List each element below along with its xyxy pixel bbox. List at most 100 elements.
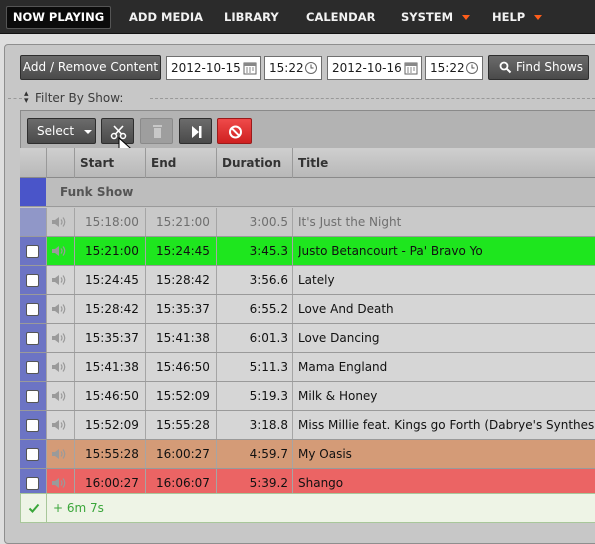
show-name: Funk Show: [60, 185, 134, 199]
cell-end: 15:52:09: [156, 389, 210, 403]
nav-calendar[interactable]: CALENDAR: [306, 0, 375, 34]
table-row[interactable]: 15:52:09 15:55:28 3:18.8 Miss Millie feat. …: [20, 411, 595, 440]
calendar-icon[interactable]: [404, 61, 418, 75]
cancel-button[interactable]: [217, 118, 252, 144]
row-checkbox-cell: [20, 324, 46, 352]
table-row[interactable]: 15:18:00 15:21:00 3:00.5 It's Just the Nigh…: [20, 208, 595, 237]
row-checkbox[interactable]: [26, 245, 39, 258]
add-remove-content-button[interactable]: Add / Remove Content: [20, 55, 161, 80]
filter-by-show-toggle[interactable]: Filter By Show:: [35, 91, 123, 105]
speaker-icon[interactable]: [50, 273, 70, 287]
skip-to-button[interactable]: [179, 118, 212, 144]
cell-title: Milk & Honey: [298, 389, 378, 403]
find-shows-button[interactable]: Find Shows: [488, 55, 589, 80]
row-checkbox[interactable]: [26, 477, 39, 490]
cell-title: Love Dancing: [298, 331, 380, 345]
cell-end: 15:21:00: [156, 215, 210, 229]
column-end[interactable]: End: [151, 148, 176, 178]
search-icon: [499, 61, 512, 74]
row-checkbox-cell: [20, 440, 46, 468]
nav-help[interactable]: HELP: [492, 0, 543, 34]
cell-duration: 5:19.3: [249, 389, 288, 403]
row-checkbox[interactable]: [26, 274, 39, 287]
start-date-field[interactable]: 2012-10-15: [166, 56, 261, 80]
end-date-field[interactable]: 2012-10-16: [327, 56, 422, 80]
cell-start: 15:28:42: [85, 302, 139, 316]
divider: [150, 98, 595, 99]
row-checkbox[interactable]: [26, 303, 39, 316]
column-start[interactable]: Start: [80, 148, 114, 178]
table-row[interactable]: 15:28:42 15:35:37 6:55.2 Love And Death: [20, 295, 595, 324]
row-checkbox[interactable]: [26, 448, 39, 461]
row-checkbox[interactable]: [26, 361, 39, 374]
skip-forward-icon: [192, 126, 202, 138]
total-remaining: + 6m 7s: [53, 501, 104, 515]
speaker-icon[interactable]: [50, 215, 70, 229]
nav-system-label: SYSTEM: [401, 10, 454, 24]
chevron-down-icon: [534, 15, 543, 20]
end-time-field[interactable]: 15:22: [425, 56, 483, 80]
row-checkbox-cell: [20, 353, 46, 381]
speaker-icon[interactable]: [50, 418, 70, 432]
select-label: Select: [37, 124, 75, 138]
find-shows-label: Find Shows: [516, 60, 584, 74]
select-dropdown[interactable]: Select: [27, 118, 96, 144]
cell-title: My Oasis: [298, 447, 352, 461]
clock-icon[interactable]: [304, 61, 318, 75]
speaker-icon[interactable]: [50, 447, 70, 461]
cell-title: Love And Death: [298, 302, 394, 316]
expand-collapse-icon[interactable]: ▴ ▾: [24, 90, 29, 106]
row-checkbox-cell: [20, 295, 46, 323]
stop-icon: [229, 125, 242, 139]
cell-start: 15:52:09: [85, 418, 139, 432]
row-checkbox-cell: [20, 411, 46, 439]
calendar-icon[interactable]: [243, 61, 257, 75]
cell-duration: 5:11.3: [249, 360, 288, 374]
table-row[interactable]: 15:41:38 15:46:50 5:11.3 Mama England: [20, 353, 595, 382]
cell-end: 15:41:38: [156, 331, 210, 345]
column-duration[interactable]: Duration: [222, 148, 281, 178]
start-time-field[interactable]: 15:22: [264, 56, 322, 80]
speaker-icon[interactable]: [50, 244, 70, 258]
cell-end: 15:35:37: [156, 302, 210, 316]
table-row[interactable]: 15:24:45 15:28:42 3:56.6 Lately: [20, 266, 595, 295]
row-checkbox[interactable]: [26, 419, 39, 432]
footer-check: [21, 494, 47, 522]
cell-start: 15:24:45: [85, 273, 139, 287]
nav-help-label: HELP: [492, 10, 526, 24]
speaker-icon[interactable]: [50, 302, 70, 316]
table-row[interactable]: 15:55:28 16:00:27 4:59.7 My Oasis: [20, 440, 595, 469]
clock-icon[interactable]: [465, 61, 479, 75]
top-nav: NOW PLAYING ADD MEDIA LIBRARY CALENDAR S…: [0, 0, 595, 34]
table-footer: + 6m 7s: [20, 493, 595, 523]
nav-system[interactable]: SYSTEM: [401, 0, 471, 34]
table-row[interactable]: 15:21:00 15:24:45 3:45.3 Justo Betancourt -…: [20, 237, 595, 266]
column-title[interactable]: Title: [298, 148, 328, 178]
table-row[interactable]: 15:46:50 15:52:09 5:19.3 Milk & Honey: [20, 382, 595, 411]
speaker-icon[interactable]: [50, 331, 70, 345]
row-checkbox-cell: [20, 237, 46, 265]
start-date-value: 2012-10-15: [171, 61, 241, 75]
trash-icon: [153, 125, 162, 138]
divider: [8, 98, 22, 99]
cell-start: 15:55:28: [85, 447, 139, 461]
row-checkbox[interactable]: [26, 332, 39, 345]
row-checkbox[interactable]: [26, 390, 39, 403]
delete-button[interactable]: [140, 118, 173, 144]
cell-start: 15:46:50: [85, 389, 139, 403]
chevron-down-icon: [83, 129, 92, 134]
chevron-down-icon: [462, 15, 471, 20]
table-row[interactable]: 15:35:37 15:41:38 6:01.3 Love Dancing: [20, 324, 595, 353]
end-time-value: 15:22: [430, 61, 465, 75]
nav-library[interactable]: LIBRARY: [224, 0, 279, 34]
show-marker: [20, 178, 46, 206]
speaker-icon[interactable]: [50, 360, 70, 374]
row-checkbox-cell: [20, 266, 46, 294]
speaker-icon[interactable]: [50, 476, 70, 490]
nav-now-playing[interactable]: NOW PLAYING: [6, 6, 111, 29]
cell-end: 15:28:42: [156, 273, 210, 287]
speaker-icon[interactable]: [50, 389, 70, 403]
nav-add-media[interactable]: ADD MEDIA: [129, 0, 203, 34]
cell-title: It's Just the Night: [298, 215, 402, 229]
cell-start: 15:41:38: [85, 360, 139, 374]
